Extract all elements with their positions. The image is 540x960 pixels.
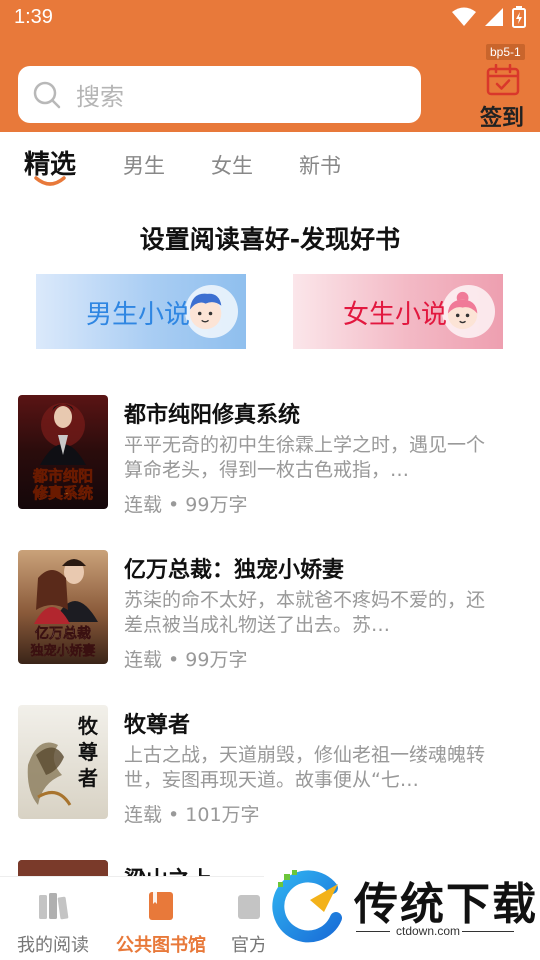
male-novels-card[interactable]: 男生小说 (36, 274, 246, 349)
watermark-url: ctdown.com (396, 924, 461, 938)
search-icon (33, 81, 61, 108)
book-cover: 亿万总裁 独宠小娇妻 (18, 550, 108, 664)
female-novels-card[interactable]: 女生小说 (293, 274, 503, 349)
girl-avatar-icon (441, 284, 496, 339)
wifi-icon (452, 7, 476, 26)
book-description: 平平无奇的初中生徐霖上学之时，遇见一个算命老头，得到一枚古色戒指，… (124, 434, 486, 481)
status-time: 1:39 (14, 6, 53, 28)
preference-title: 设置阅读喜好-发现好书 (139, 225, 401, 254)
search-box[interactable]: 搜索 (18, 66, 421, 123)
svg-text:亿万总裁: 亿万总裁 (35, 625, 91, 642)
book-meta: 连载 • 101万字 (124, 804, 260, 826)
app-header: 1:39 搜索 bp5-1 签到 (0, 0, 540, 132)
book-icon (149, 892, 173, 920)
book-meta: 连载 • 99万字 (124, 649, 248, 671)
signal-icon (485, 8, 503, 26)
watermark-text: 传统下载 (354, 879, 538, 930)
checkin-label: 签到 (480, 106, 525, 131)
nav-label: 我的阅读 (17, 935, 89, 956)
book-cover: 牧 尊 者 (18, 705, 108, 819)
bookshelf-icon (39, 893, 69, 920)
book-item[interactable]: 都市纯阳 修真系统 都市纯阳修真系统 平平无奇的初中生徐霖上学之时，遇见一个算命… (0, 395, 540, 516)
svg-text:尊: 尊 (78, 740, 98, 764)
tab-male[interactable]: 男生 (123, 150, 165, 180)
watermark: 传统下载 ctdown.com (264, 862, 540, 960)
watermark-logo-icon (272, 870, 342, 943)
book-item[interactable]: 亿万总裁 独宠小娇妻 亿万总裁：独宠小娇妻 苏柒的命不太好，本就爸不疼妈不爱的，… (0, 550, 540, 671)
book-meta: 连载 • 99万字 (124, 494, 248, 516)
search-placeholder: 搜索 (76, 83, 124, 111)
book-cover: 都市纯阳 修真系统 (18, 395, 108, 509)
tab-new-books[interactable]: 新书 (299, 150, 341, 180)
nav-my-reading[interactable]: 我的阅读 (0, 889, 108, 957)
official-icon (238, 895, 260, 919)
tab-female[interactable]: 女生 (211, 150, 253, 180)
category-tabs: 精选 男生 女生 新书 (0, 132, 540, 192)
battery-icon (512, 6, 526, 28)
book-title: 牧尊者 (124, 713, 191, 738)
svg-text:独宠小娇妻: 独宠小娇妻 (30, 643, 95, 659)
tab-active-indicator (34, 176, 66, 186)
book-description: 苏柒的命不太好，本就爸不疼妈不爱的，还差点被当成礼物送了出去。苏… (124, 589, 486, 636)
book-title: 都市纯阳修真系统 (124, 403, 301, 428)
calendar-check-icon (486, 64, 520, 96)
svg-text:修真系统: 修真系统 (32, 484, 93, 502)
book-item[interactable]: 牧 尊 者 牧尊者 上古之战，天道崩毁，修仙老祖一缕魂魄转世，妄图再现天道。故事… (0, 705, 540, 826)
male-novels-label: 男生小说 (86, 300, 191, 330)
boy-avatar-icon (184, 284, 239, 339)
svg-text:者: 者 (77, 766, 98, 790)
watermark-divider (356, 931, 390, 932)
female-novels-label: 女生小说 (343, 300, 448, 330)
watermark-divider (462, 931, 514, 932)
book-title: 亿万总裁：独宠小娇妻 (124, 558, 345, 583)
svg-text:牧: 牧 (78, 714, 99, 738)
version-badge: bp5-1 (486, 44, 525, 60)
svg-text:都市纯阳: 都市纯阳 (32, 467, 93, 485)
status-icons (452, 6, 526, 28)
book-description: 上古之战，天道崩毁，修仙老祖一缕魂魄转世，妄图再现天道。故事便从“七… (124, 744, 486, 791)
checkin-button[interactable]: 签到 (478, 62, 528, 131)
